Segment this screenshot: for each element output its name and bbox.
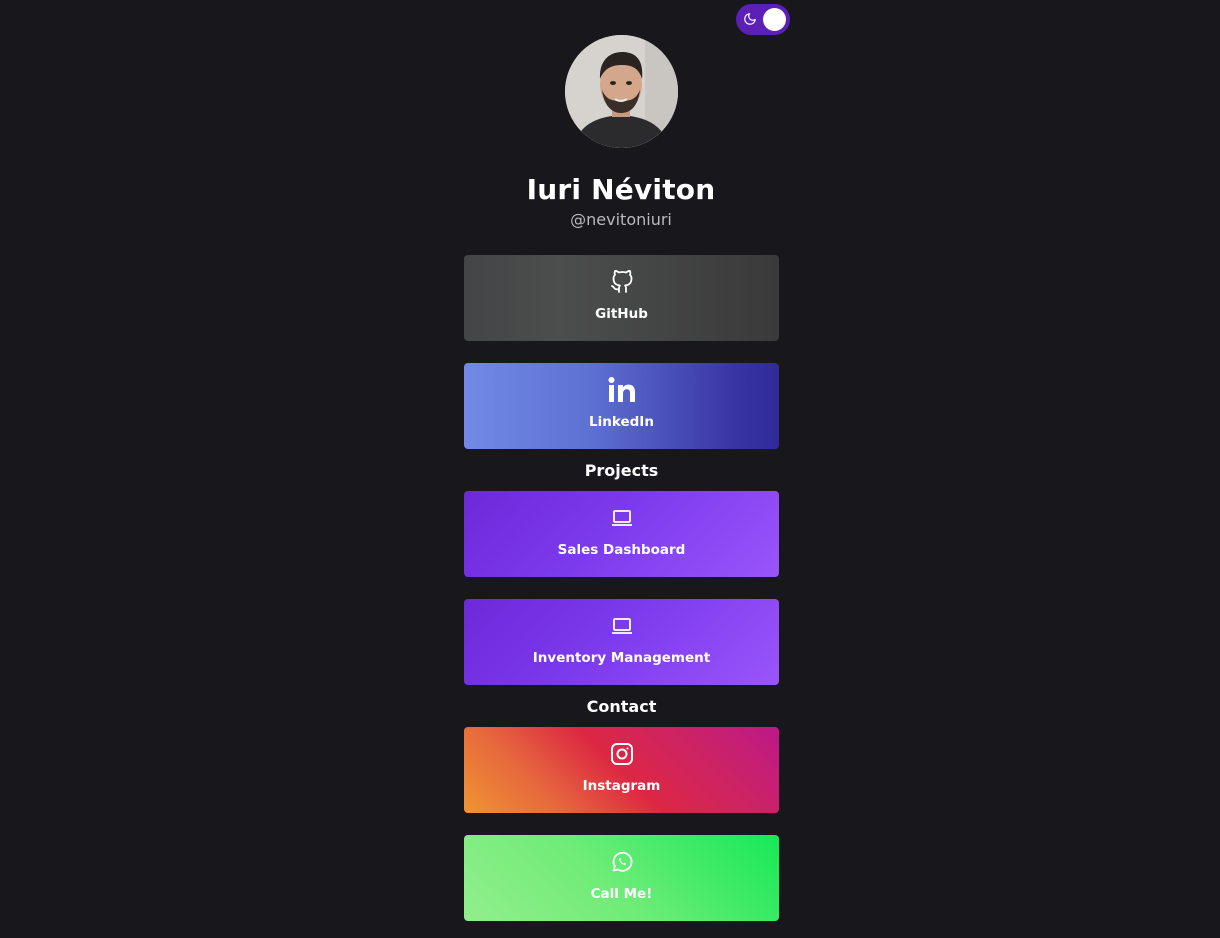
contact-heading: Contact — [586, 697, 657, 716]
inventory-management-label: Inventory Management — [532, 650, 711, 666]
instagram-link-button[interactable]: Instagram — [464, 727, 779, 813]
inventory-management-link-button[interactable]: Inventory Management — [464, 599, 779, 685]
github-link-label: GitHub — [595, 306, 648, 322]
profile-handle: @nevitoniuri — [570, 210, 672, 229]
github-icon — [610, 270, 632, 293]
instagram-link-label: Instagram — [582, 778, 661, 794]
whatsapp-call-button[interactable]: Call Me! — [464, 835, 779, 921]
instagram-icon — [610, 743, 633, 765]
projects-heading: Projects — [584, 461, 659, 480]
sales-dashboard-link-button[interactable]: Sales Dashboard — [464, 491, 779, 577]
github-link-button[interactable]: GitHub — [464, 255, 779, 341]
linkedin-link-label: LinkedIn — [589, 414, 654, 430]
whatsapp-icon — [612, 851, 632, 872]
laptop-icon — [611, 618, 632, 634]
linkedin-link-button[interactable]: LinkedIn — [464, 363, 779, 449]
theme-toggle[interactable] — [736, 4, 790, 35]
profile-name: Iuri Néviton — [526, 173, 716, 206]
moon-icon — [744, 13, 756, 25]
avatar — [565, 35, 678, 148]
toggle-knob — [763, 8, 786, 31]
whatsapp-call-label: Call Me! — [590, 886, 653, 902]
sales-dashboard-label: Sales Dashboard — [557, 542, 686, 558]
link-tree-page: Iuri Néviton @nevitoniuri GitHub LinkedI… — [0, 0, 1220, 938]
laptop-icon — [611, 510, 632, 526]
linkedin-icon — [608, 377, 635, 402]
